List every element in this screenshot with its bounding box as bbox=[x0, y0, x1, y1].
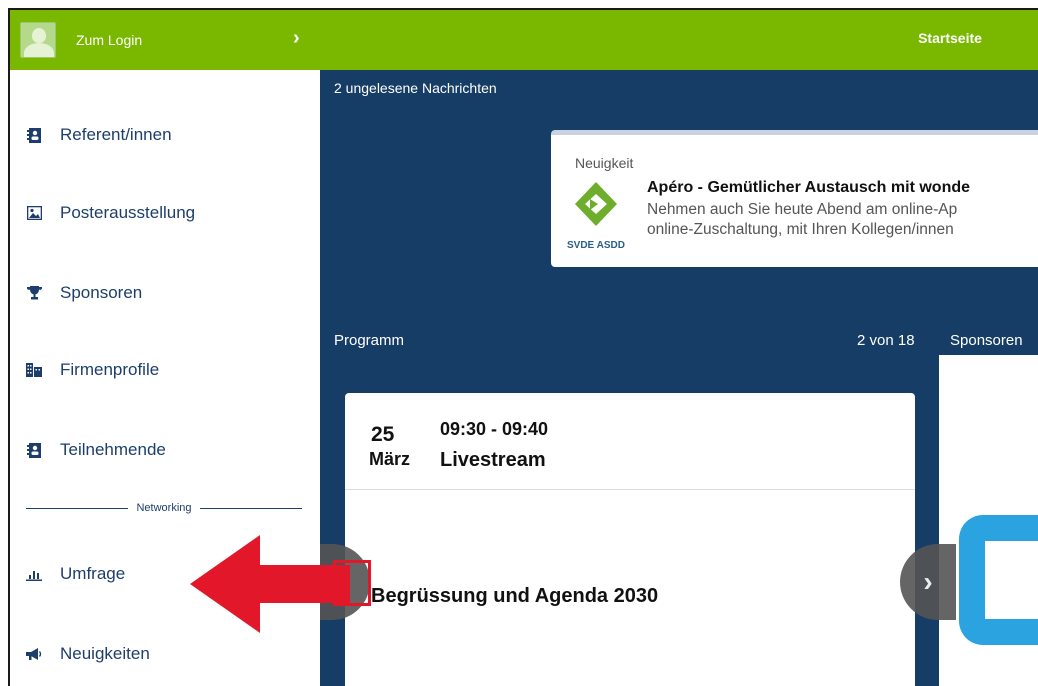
news-text: Nehmen auch Sie heute Abend am online-Ap… bbox=[647, 200, 957, 240]
top-bar: Zum Login › Startseite bbox=[10, 10, 1038, 70]
svde-logo: SVDE ASDD bbox=[563, 180, 629, 251]
building-icon bbox=[26, 362, 42, 378]
sidebar-item-label: Teilnehmende bbox=[60, 440, 166, 459]
news-title: Apéro - Gemütlicher Austausch mit wonde bbox=[647, 179, 971, 196]
news-text-line: online-Zuschaltung, mit Ihren Kollegen/i… bbox=[647, 221, 954, 238]
sidebar-item-teilnehmende[interactable]: Teilnehmende bbox=[26, 440, 166, 460]
sidebar-item-label: Neuigkeiten bbox=[60, 644, 150, 663]
event-time: 09:30 - 09:40 bbox=[440, 419, 549, 439]
news-text-line: Nehmen auch Sie heute Abend am online-Ap bbox=[647, 201, 958, 218]
address-book-icon bbox=[26, 127, 42, 143]
sponsor-logo bbox=[959, 515, 1038, 645]
sidebar-item-firmenprofile[interactable]: Firmenprofile bbox=[26, 360, 159, 380]
news-card[interactable]: Neuigkeit SVDE ASDD Apéro - Gemütlicher … bbox=[551, 130, 1038, 267]
avatar bbox=[20, 22, 56, 58]
main-content: 2 ungelesene Nachrichten Neuigkeit SVDE … bbox=[320, 70, 1038, 686]
login-label: Zum Login bbox=[76, 32, 143, 48]
program-heading: Programm bbox=[334, 332, 405, 349]
sponsors-heading: Sponsoren bbox=[950, 332, 1023, 349]
event-month: März bbox=[369, 449, 411, 469]
sidebar-item-label: Umfrage bbox=[60, 564, 126, 583]
sidebar-item-posterausstellung[interactable]: Posterausstellung bbox=[26, 203, 195, 223]
bar-chart-icon bbox=[26, 566, 42, 582]
networking-separator: Networking bbox=[26, 502, 302, 514]
sidebar-item-umfrage[interactable]: Umfrage bbox=[26, 564, 125, 584]
logo-text: SVDE ASDD bbox=[567, 240, 625, 251]
annotation-arrow-icon bbox=[190, 535, 350, 633]
unread-messages[interactable]: 2 ungelesene Nachrichten bbox=[334, 80, 497, 96]
trophy-icon bbox=[26, 285, 42, 301]
sidebar-item-label: Sponsoren bbox=[60, 283, 143, 302]
sidebar-item-label: Referent/innen bbox=[60, 125, 172, 144]
image-icon bbox=[26, 205, 42, 221]
chevron-right-icon: › bbox=[923, 566, 933, 597]
sidebar-item-label: Posterausstellung bbox=[60, 203, 196, 222]
sidebar-item-label: Firmenprofile bbox=[60, 360, 160, 379]
sponsor-card[interactable] bbox=[939, 355, 1038, 686]
address-book-icon bbox=[26, 442, 42, 458]
sidebar-item-neuigkeiten[interactable]: Neuigkeiten bbox=[26, 644, 150, 664]
divider bbox=[345, 489, 915, 490]
app-window: Zum Login › Startseite Referent/innen Po… bbox=[8, 8, 1038, 686]
chevron-right-icon[interactable]: › bbox=[293, 27, 300, 50]
megaphone-icon bbox=[26, 646, 42, 662]
news-label: Neuigkeit bbox=[575, 155, 634, 171]
event-day: 25 bbox=[371, 423, 395, 446]
separator-label: Networking bbox=[136, 502, 192, 514]
program-counter: 2 von 18 bbox=[857, 332, 915, 349]
event-stream: Livestream bbox=[440, 449, 546, 471]
sidebar-item-referenten[interactable]: Referent/innen bbox=[26, 125, 172, 145]
login-button[interactable]: Zum Login bbox=[10, 10, 320, 70]
event-card[interactable]: 25 März 09:30 - 09:40 Livestream Begrüss… bbox=[345, 393, 915, 686]
event-title: Begrüssung und Agenda 2030 bbox=[371, 585, 659, 607]
sidebar-item-sponsoren[interactable]: Sponsoren bbox=[26, 283, 142, 303]
page-title[interactable]: Startseite bbox=[890, 30, 1010, 46]
